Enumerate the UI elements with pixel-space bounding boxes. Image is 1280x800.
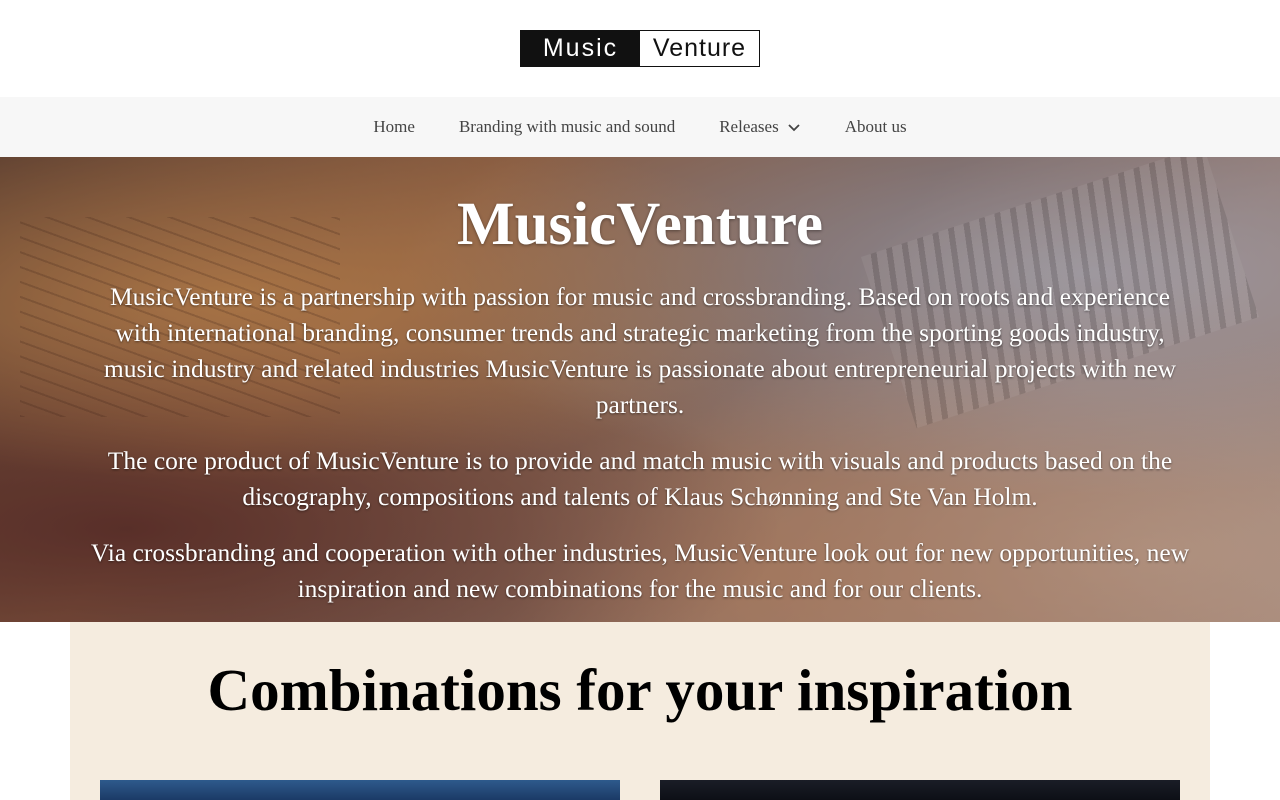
- nav-item-label: Branding with music and sound: [458, 117, 676, 136]
- nav-item-branding[interactable]: Branding with music and sound: [437, 117, 697, 137]
- chevron-down-icon[interactable]: [787, 120, 801, 134]
- main-nav: Home Branding with music and sound Relea…: [0, 97, 1280, 157]
- hero-paragraph: Via crossbranding and cooperation with o…: [90, 538, 1190, 604]
- logo-music-text: Music: [521, 31, 640, 66]
- nav-item-label: Releases: [719, 117, 779, 136]
- nav-item-about[interactable]: About us: [823, 117, 929, 137]
- nav-item-home[interactable]: Home: [351, 117, 437, 137]
- hero-content: MusicVenture MusicVenture is a partnersh…: [0, 157, 1280, 607]
- hero-paragraph: The core product of MusicVenture is to p…: [107, 446, 1173, 512]
- nav-item-label: Home: [373, 117, 415, 136]
- inspiration-card-image[interactable]: [100, 780, 620, 800]
- site-logo[interactable]: Music Venture: [520, 30, 760, 67]
- site-header: Music Venture: [0, 0, 1280, 97]
- nav-item-releases[interactable]: Releases: [697, 117, 822, 137]
- inspiration-card-image[interactable]: [660, 780, 1180, 800]
- hero-banner: MusicVenture MusicVenture is a partnersh…: [0, 157, 1280, 622]
- section-title: Combinations for your inspiration: [207, 657, 1073, 723]
- nav-item-label: About us: [844, 117, 907, 136]
- hero-paragraph: MusicVenture is a partnership with passi…: [103, 282, 1177, 420]
- logo-venture-text: Venture: [640, 31, 759, 66]
- hero-title: MusicVenture: [457, 191, 823, 258]
- inspiration-section: Combinations for your inspiration: [70, 622, 1210, 800]
